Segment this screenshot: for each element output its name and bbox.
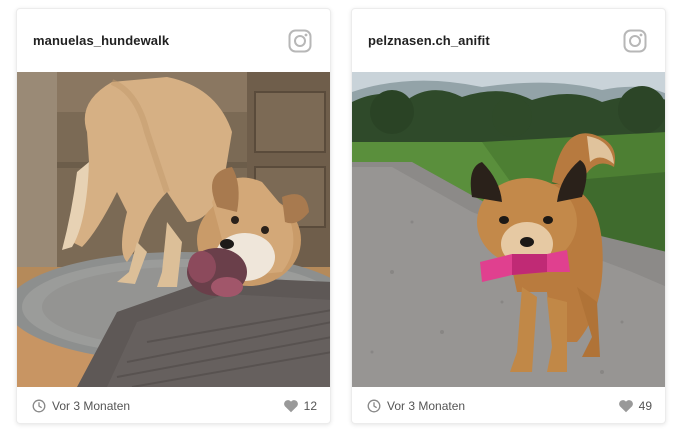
post-card[interactable]: pelznasen.ch_anifit Vor 3 Monaten 49 xyxy=(351,8,666,424)
heart-icon[interactable] xyxy=(283,399,299,413)
post-photo[interactable] xyxy=(17,72,330,387)
clock-icon xyxy=(367,399,381,413)
dog-photo-image xyxy=(352,72,665,387)
post-footer: Vor 3 Monaten 49 xyxy=(352,387,665,423)
post-card[interactable]: manuelas_hundewalk Vor 3 Monaten 12 xyxy=(16,8,331,424)
post-time-text: Vor 3 Monaten xyxy=(387,399,466,413)
post-header: pelznasen.ch_anifit xyxy=(352,9,665,72)
post-time-text: Vor 3 Monaten xyxy=(52,399,131,413)
post-header: manuelas_hundewalk xyxy=(17,9,330,72)
post-username[interactable]: pelznasen.ch_anifit xyxy=(368,33,490,48)
post-username[interactable]: manuelas_hundewalk xyxy=(33,33,169,48)
like-count-text: 49 xyxy=(638,399,652,413)
like-count-text: 12 xyxy=(303,399,317,413)
instagram-icon[interactable] xyxy=(623,29,647,53)
post-photo[interactable] xyxy=(352,72,665,387)
post-footer: Vor 3 Monaten 12 xyxy=(17,387,330,423)
dog-photo-image xyxy=(17,72,330,387)
post-time: Vor 3 Monaten xyxy=(367,399,465,413)
like-count[interactable]: 12 xyxy=(283,399,317,413)
heart-icon[interactable] xyxy=(618,399,634,413)
post-time: Vor 3 Monaten xyxy=(32,399,130,413)
like-count[interactable]: 49 xyxy=(618,399,652,413)
instagram-icon[interactable] xyxy=(288,29,312,53)
clock-icon xyxy=(32,399,46,413)
